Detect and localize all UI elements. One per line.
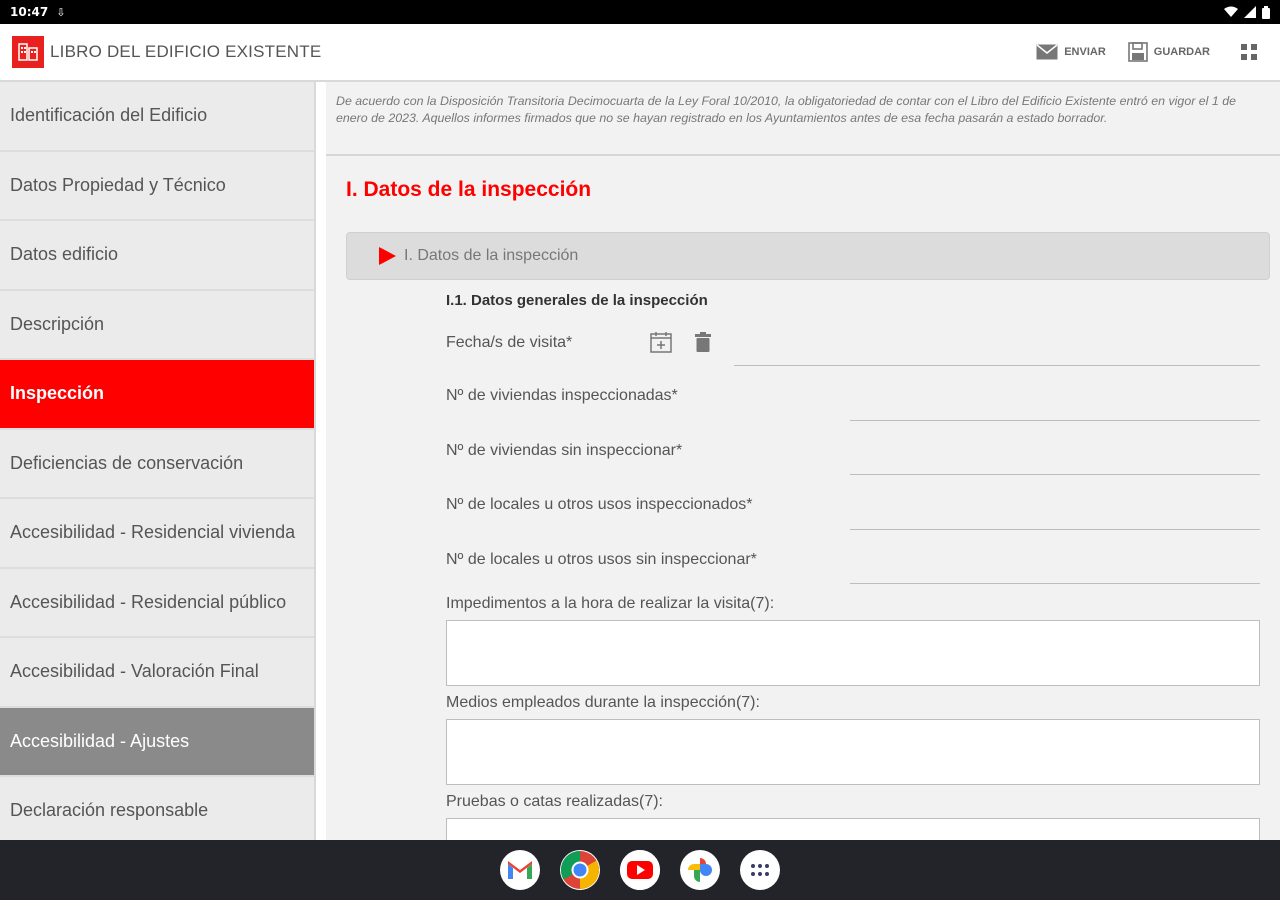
visit-date-field[interactable] (734, 365, 1260, 366)
chrome-icon[interactable] (560, 850, 600, 890)
app-logo-icon (12, 36, 44, 68)
sidebar-item-deficiencias[interactable]: Deficiencias de conservación (0, 430, 314, 499)
wifi-icon (1224, 6, 1238, 17)
sidebar-item-accesibilidad-publico[interactable]: Accesibilidad - Residencial público (0, 569, 314, 638)
means-used-label: Medios empleados durante la inspección(7… (446, 694, 760, 711)
premises-not-inspected-field[interactable] (850, 583, 1260, 584)
sidebar-item-descripcion[interactable]: Descripción (0, 291, 314, 360)
impediments-textarea[interactable] (446, 620, 1260, 686)
youtube-icon[interactable] (620, 850, 660, 890)
expand-triangle-icon (379, 247, 396, 265)
status-time: 10:47 (10, 5, 49, 19)
accordion-label: I. Datos de la inspección (404, 247, 579, 264)
sidebar-item-label: Deficiencias de conservación (10, 452, 244, 473)
sidebar-item-label: Accesibilidad - Valoración Final (10, 661, 259, 682)
tests-textarea[interactable] (446, 818, 1260, 840)
sidebar-item-datos-propiedad[interactable]: Datos Propiedad y Técnico (0, 152, 314, 221)
legal-notice: De acuerdo con la Disposición Transitori… (326, 82, 1280, 156)
save-button[interactable]: GUARDAR (1127, 42, 1210, 62)
sidebar-item-accesibilidad-ajustes[interactable]: Accesibilidad - Ajustes (0, 707, 314, 777)
dwellings-not-inspected-row: Nº de viviendas sin inspeccionar* (446, 424, 1260, 479)
sidebar-item-accesibilidad-vivienda[interactable]: Accesibilidad - Residencial vivienda (0, 499, 314, 569)
premises-not-inspected-row: Nº de locales u otros usos sin inspeccio… (446, 533, 1260, 588)
visit-date-row: Fecha/s de visita* (446, 317, 1260, 369)
dwellings-inspected-label: Nº de viviendas inspeccionadas* (446, 387, 678, 405)
sidebar: Identificación del Edificio Datos Propie… (0, 82, 316, 840)
sidebar-item-label: Declaración responsable (10, 800, 209, 821)
dwellings-not-inspected-label: Nº de viviendas sin inspeccionar* (446, 441, 683, 459)
grid-menu-button[interactable] (1240, 43, 1258, 61)
sidebar-item-accesibilidad-valoracion[interactable]: Accesibilidad - Valoración Final (0, 638, 314, 708)
download-icon: ⇩ (56, 5, 66, 19)
save-icon (1127, 42, 1148, 62)
dwellings-inspected-row: Nº de viviendas inspeccionadas* (446, 369, 1260, 424)
premises-not-inspected-label: Nº de locales u otros usos sin inspeccio… (446, 550, 757, 568)
toolbar: ENVIAR GUARDAR (1014, 42, 1258, 62)
premises-inspected-field[interactable] (850, 528, 1260, 530)
section-title: I. Datos de la inspección (346, 178, 592, 201)
status-bar: 10:47 ⇩ (0, 0, 1280, 24)
inspection-form: I.1. Datos generales de la inspección Fe… (446, 288, 1260, 840)
sidebar-item-label: Accesibilidad - Ajustes (10, 730, 190, 751)
grid-icon (1241, 44, 1257, 60)
impediments-label: Impedimentos a la hora de realizar la vi… (446, 595, 775, 612)
sidebar-item-label: Descripción (10, 313, 105, 334)
premises-inspected-row: Nº de locales u otros usos inspeccionado… (446, 478, 1260, 533)
app-title: LIBRO DEL EDIFICIO EXISTENTE (50, 42, 322, 61)
mail-icon (1036, 44, 1058, 60)
status-icons (1224, 5, 1270, 19)
means-used-textarea[interactable] (446, 719, 1260, 785)
sidebar-item-label: Datos Propiedad y Técnico (10, 174, 226, 195)
save-label: GUARDAR (1153, 46, 1210, 58)
sidebar-item-identificacion[interactable]: Identificación del Edificio (0, 82, 314, 152)
accordion-header[interactable]: I. Datos de la inspección (346, 232, 1270, 280)
sidebar-item-label: Identificación del Edificio (10, 105, 208, 126)
sidebar-item-inspeccion[interactable]: Inspección (0, 360, 314, 430)
signal-icon (1244, 6, 1256, 18)
sidebar-item-label: Accesibilidad - Residencial público (10, 591, 287, 612)
visit-date-label: Fecha/s de visita* (446, 334, 573, 351)
sidebar-item-label: Datos edificio (10, 244, 119, 265)
app-drawer-icon[interactable] (740, 850, 780, 890)
send-label: ENVIAR (1064, 46, 1106, 58)
trash-icon[interactable] (694, 331, 712, 353)
sidebar-item-label: Accesibilidad - Residencial vivienda (10, 522, 296, 543)
tests-label: Pruebas o catas realizadas(7): (446, 793, 663, 810)
send-button[interactable]: ENVIAR (1036, 44, 1106, 60)
battery-icon (1262, 5, 1270, 19)
taskbar-dock (0, 840, 1280, 900)
dwellings-not-inspected-field[interactable] (850, 474, 1260, 475)
sidebar-item-declaracion[interactable]: Declaración responsable (0, 777, 314, 840)
app-bar: LIBRO DEL EDIFICIO EXISTENTE ENVIAR GUAR… (0, 24, 1280, 82)
main-content: De acuerdo con la Disposición Transitori… (326, 82, 1280, 840)
date-actions (650, 331, 712, 353)
sidebar-item-datos-edificio[interactable]: Datos edificio (0, 221, 314, 291)
calendar-add-icon[interactable] (650, 331, 672, 353)
gmail-icon[interactable] (500, 850, 540, 890)
sidebar-item-label: Inspección (10, 383, 105, 404)
subsection-title: I.1. Datos generales de la inspección (446, 292, 708, 309)
dwellings-inspected-field[interactable] (850, 419, 1260, 421)
photos-icon[interactable] (680, 850, 720, 890)
premises-inspected-label: Nº de locales u otros usos inspeccionado… (446, 496, 753, 514)
